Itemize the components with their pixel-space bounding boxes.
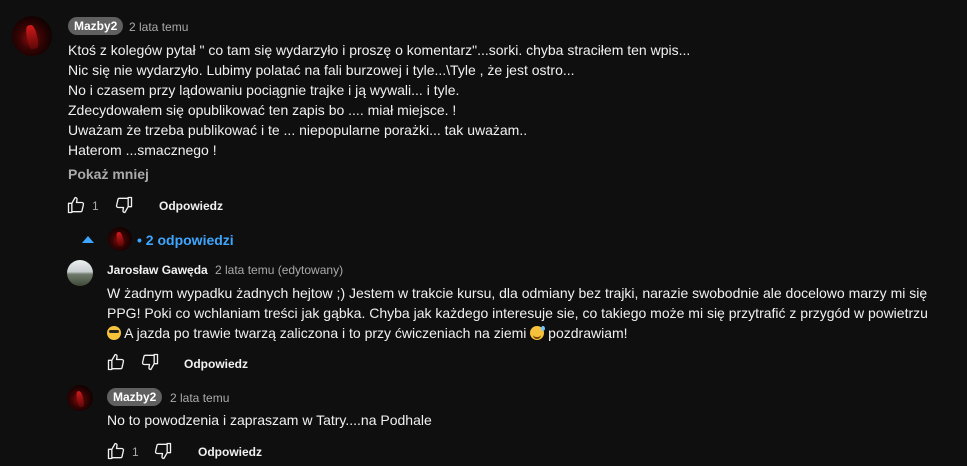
thumb-up-icon[interactable] (106, 352, 126, 372)
reply-time[interactable]: 2 lata temu (170, 390, 229, 406)
comment-line: Uważam że trzeba publikować i te ... nie… (68, 122, 528, 138)
thumb-up-icon[interactable] (66, 195, 86, 215)
sweat-smile-emoji (530, 326, 546, 340)
like-count: 1 (132, 445, 139, 459)
reply-line: A jazda po trawie twarzą zaliczona i to … (107, 323, 928, 343)
thumb-down-icon[interactable] (140, 352, 160, 372)
thumb-down-icon[interactable] (114, 195, 134, 215)
thumb-up-icon[interactable] (106, 441, 126, 461)
replies-toggle-button[interactable]: • 2 odpowiedzi (137, 230, 234, 250)
comment-line: Haterom ...smacznego ! (68, 142, 217, 158)
comment-line: Zdecydowałem się opublikować ten zapis b… (68, 102, 457, 118)
comment-line: Ktoś z kolegów pytał " co tam się wydarz… (68, 42, 691, 58)
author-badge[interactable]: Mazby2 (68, 17, 124, 35)
avatar[interactable] (67, 385, 93, 411)
reply-button[interactable]: Odpowiedz (198, 444, 262, 460)
reply-line-part: A jazda po trawie twarzą zaliczona i to … (121, 325, 531, 341)
reply-button[interactable]: Odpowiedz (184, 356, 248, 372)
avatar[interactable] (108, 227, 132, 251)
reply-line: PPG! Poki co wchlaniam treści jak gąbka.… (107, 305, 928, 321)
reply-line: W żadnym wypadku żadnych hejtow ;) Jeste… (107, 285, 928, 301)
show-less-button[interactable]: Pokaż mniej (68, 166, 149, 182)
comment-line: Nic się nie wydarzyło. Lubimy polatać na… (68, 62, 575, 78)
reply-author[interactable]: Jarosław Gawęda (107, 262, 208, 278)
comment-text: Ktoś z kolegów pytał " co tam się wydarz… (68, 40, 690, 160)
replies-count-label: 2 odpowiedzi (145, 232, 234, 248)
avatar[interactable] (67, 260, 93, 286)
reply-button[interactable]: Odpowiedz (159, 198, 223, 214)
bullet: • (137, 232, 142, 248)
sunglasses-emoji (107, 326, 121, 340)
reply-text: W żadnym wypadku żadnych hejtow ;) Jeste… (107, 283, 928, 343)
author-badge[interactable]: Mazby2 (107, 388, 163, 406)
reply-text: No to powodzenia i zapraszam w Tatry....… (107, 412, 432, 428)
comment-line: No i czasem przy lądowaniu pociągnie tra… (68, 82, 460, 98)
like-count: 1 (92, 199, 99, 213)
reply-line-part: pozdrawiam! (544, 325, 628, 341)
reply-time[interactable]: 2 lata temu (edytowany) (215, 262, 343, 278)
avatar[interactable] (12, 16, 52, 56)
caret-up-icon[interactable] (82, 236, 94, 243)
thumb-down-icon[interactable] (153, 441, 173, 461)
comment-time[interactable]: 2 lata temu (129, 19, 188, 35)
